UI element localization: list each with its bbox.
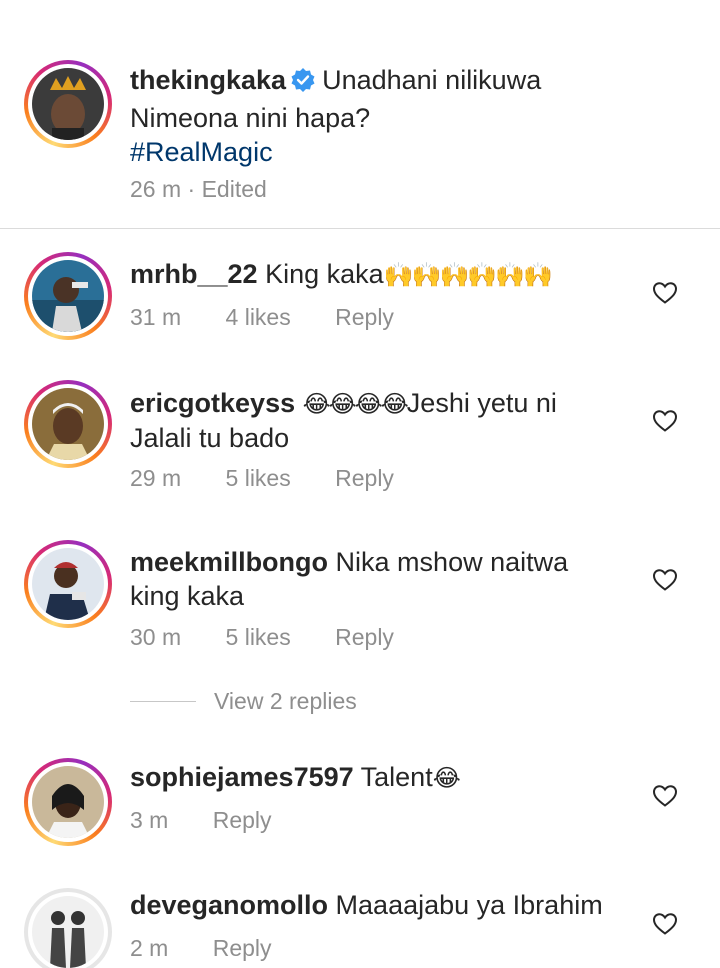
reply-button[interactable]: Reply — [335, 624, 394, 651]
comment-meta: 31 m 4 likes Reply — [130, 304, 394, 331]
reply-button[interactable]: Reply — [335, 304, 394, 331]
comment-avatar[interactable] — [24, 540, 112, 628]
post-meta: 26 m · Edited — [130, 176, 267, 203]
heart-outline-icon[interactable] — [652, 409, 678, 433]
post-time: 26 m — [130, 176, 182, 202]
comment-username[interactable]: mrhb__22 — [130, 259, 258, 289]
view-replies-button[interactable]: View 2 replies — [130, 688, 357, 715]
comment-time: 3 m — [130, 807, 169, 833]
comment: meekmillbongo Nika mshow naitwa king kak… — [130, 545, 624, 613]
verified-badge-icon — [290, 67, 316, 101]
comment-text: Maaaajabu ya Ibrahim — [335, 890, 603, 920]
edited-label: Edited — [201, 176, 267, 202]
comment-text-line2: king kaka — [130, 581, 245, 611]
comment: sophiejames7597 Talent😂 — [130, 760, 624, 795]
comment-likes[interactable]: 5 likes — [226, 465, 291, 492]
comment-meta: 2 m Reply — [130, 935, 272, 962]
post-author-username[interactable]: thekingkaka — [130, 65, 286, 95]
reply-button[interactable]: Reply — [335, 465, 394, 492]
heart-outline-icon[interactable] — [652, 281, 678, 305]
comment: ericgotkeyss 😂😂😂😂Jeshi yetu ni Jalali tu… — [130, 386, 624, 455]
comment-avatar[interactable] — [24, 758, 112, 846]
comment-likes[interactable]: 5 likes — [226, 624, 291, 651]
comment-meta: 29 m 5 likes Reply — [130, 465, 394, 492]
comment-time: 2 m — [130, 935, 169, 961]
comment-emoji: 😂😂😂😂 — [302, 390, 409, 418]
comment: deveganomollo Maaaajabu ya Ibrahim — [130, 888, 624, 922]
comment-time: 30 m — [130, 624, 182, 650]
divider — [0, 228, 720, 229]
comments-screen: thekingkaka Unadhani nilikuwa Nimeona ni… — [0, 0, 720, 968]
comment-avatar[interactable] — [24, 888, 112, 968]
comment-text: Jeshi yetu ni — [406, 388, 557, 418]
comment-text: Talent — [360, 762, 433, 792]
reply-button[interactable]: Reply — [213, 807, 272, 834]
caption-text-line2: Nimeona nini hapa? — [130, 103, 371, 133]
post-caption: thekingkaka Unadhani nilikuwa Nimeona ni… — [130, 63, 624, 169]
reply-button[interactable]: Reply — [213, 935, 272, 962]
heart-outline-icon[interactable] — [652, 912, 678, 936]
heart-outline-icon[interactable] — [652, 784, 678, 808]
view-replies-label: View 2 replies — [214, 688, 357, 714]
caption-text: Unadhani nilikuwa — [322, 65, 542, 95]
replies-divider — [130, 701, 196, 702]
hashtag-link[interactable]: #RealMagic — [130, 135, 624, 169]
comment-text-line2: Jalali tu bado — [130, 423, 290, 453]
comment-time: 31 m — [130, 304, 182, 330]
comment-username[interactable]: deveganomollo — [130, 890, 328, 920]
comment-meta: 3 m Reply — [130, 807, 272, 834]
post-author-avatar[interactable] — [24, 60, 112, 148]
comment-avatar[interactable] — [24, 252, 112, 340]
comment-username[interactable]: sophiejames7597 — [130, 762, 354, 792]
comment-text: King kaka — [265, 259, 384, 289]
comment-meta: 30 m 5 likes Reply — [130, 624, 394, 651]
comment-time: 29 m — [130, 465, 182, 491]
comment-likes[interactable]: 4 likes — [226, 304, 291, 331]
comment-emoji: 😂 — [432, 764, 461, 792]
comment-username[interactable]: ericgotkeyss — [130, 388, 295, 418]
comment-avatar[interactable] — [24, 380, 112, 468]
heart-outline-icon[interactable] — [652, 568, 678, 592]
comment: mrhb__22 King kaka🙌🙌🙌🙌🙌🙌 — [130, 257, 624, 292]
comment-text: Nika mshow naitwa — [335, 547, 569, 577]
comment-username[interactable]: meekmillbongo — [130, 547, 328, 577]
meta-separator: · — [187, 176, 196, 202]
comment-emoji: 🙌🙌🙌🙌🙌🙌 — [383, 261, 553, 289]
